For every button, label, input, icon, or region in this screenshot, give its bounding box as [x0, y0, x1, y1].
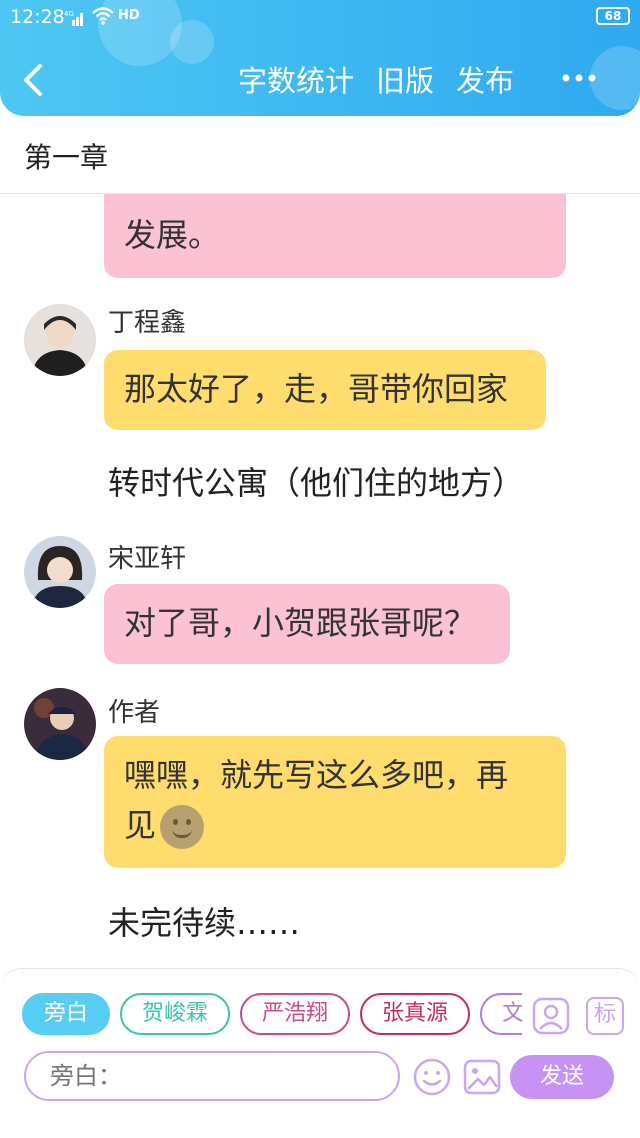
publish-button[interactable]: 发布 — [456, 58, 514, 100]
image-icon[interactable] — [462, 1057, 502, 1097]
role-chip-partial[interactable]: 文 — [480, 993, 522, 1035]
chat-bubble[interactable]: 那太好了，走，哥带你回家 — [104, 350, 546, 430]
character-profile-icon[interactable] — [532, 997, 570, 1035]
status-bar: 12:28 4G HD 68 — [0, 0, 640, 34]
header-actions: 字数统计 旧版 发布 — [238, 58, 514, 100]
composer-panel: 旁白贺峻霖严浩翔张真源文 标 发送 — [0, 968, 640, 1138]
chat-bubble-text: 对了哥，小贺跟张哥呢？ — [124, 604, 477, 642]
word-count-button[interactable]: 字数统计 — [238, 58, 354, 100]
hd-indicator: HD — [118, 8, 140, 23]
sender-name: 丁程鑫 — [108, 308, 187, 338]
back-arrow-icon[interactable] — [18, 60, 50, 100]
message-input[interactable] — [24, 1051, 400, 1101]
chat-bubble-partial: 发展。 — [104, 194, 566, 278]
sender-name: 宋亚轩 — [108, 544, 187, 574]
avatar-author[interactable] — [24, 688, 96, 760]
status-time: 12:28 — [10, 6, 65, 28]
tag-icon[interactable]: 标 — [586, 997, 624, 1035]
send-button[interactable]: 发送 — [510, 1055, 614, 1099]
tag-label: 标 — [593, 1002, 616, 1027]
chapter-title: 第一章 — [24, 141, 109, 174]
chat-bubble-text: 发展。 — [124, 216, 221, 254]
app-header: 12:28 4G HD 68 字数统计 旧版 发布 — [0, 0, 640, 116]
chat-bubble[interactable]: 嘿嘿，就先写这么多吧，再 见 — [104, 736, 566, 868]
narration-text: 未完待续…… — [108, 904, 301, 942]
more-icon[interactable] — [560, 64, 600, 92]
role-chip-he-junlin[interactable]: 贺峻霖 — [120, 993, 231, 1035]
old-version-button[interactable]: 旧版 — [376, 58, 434, 100]
avatar-song-yaxuan[interactable] — [24, 536, 96, 608]
smile-emoji-icon — [160, 805, 205, 849]
svg-text:4G: 4G — [64, 10, 74, 18]
wifi-icon — [92, 7, 114, 25]
role-chip-zhang-zhenyuan[interactable]: 张真源 — [360, 993, 471, 1035]
role-selector: 旁白 贺峻霖 严浩翔 张真源文 — [22, 993, 522, 1037]
battery-indicator: 68 — [596, 7, 630, 25]
chat-bubble-text: 见 — [124, 806, 157, 844]
signal-icon: 4G — [64, 10, 83, 26]
narration-text: 转时代公寓（他们住的地方） — [108, 464, 525, 502]
role-chip-yan-haoxiang[interactable]: 严浩翔 — [240, 993, 351, 1035]
chapter-title-bar[interactable]: 第一章 — [0, 116, 640, 194]
sender-name: 作者 — [108, 698, 161, 728]
chat-bubble[interactable]: 对了哥，小贺跟张哥呢？ — [104, 584, 510, 664]
emoji-icon[interactable] — [412, 1057, 452, 1097]
avatar-ding-chengxin[interactable] — [24, 304, 96, 376]
chat-bubble-text: 那太好了，走，哥带你回家 — [124, 370, 509, 408]
chat-area[interactable]: 发展。 丁程鑫 那太好了，走，哥带你回家 转时代公寓（他们住的地方） 宋亚轩 对… — [0, 194, 640, 968]
chat-bubble-text: 嘿嘿，就先写这么多吧，再 — [124, 756, 509, 794]
role-chip-narrator[interactable]: 旁白 — [22, 993, 111, 1035]
